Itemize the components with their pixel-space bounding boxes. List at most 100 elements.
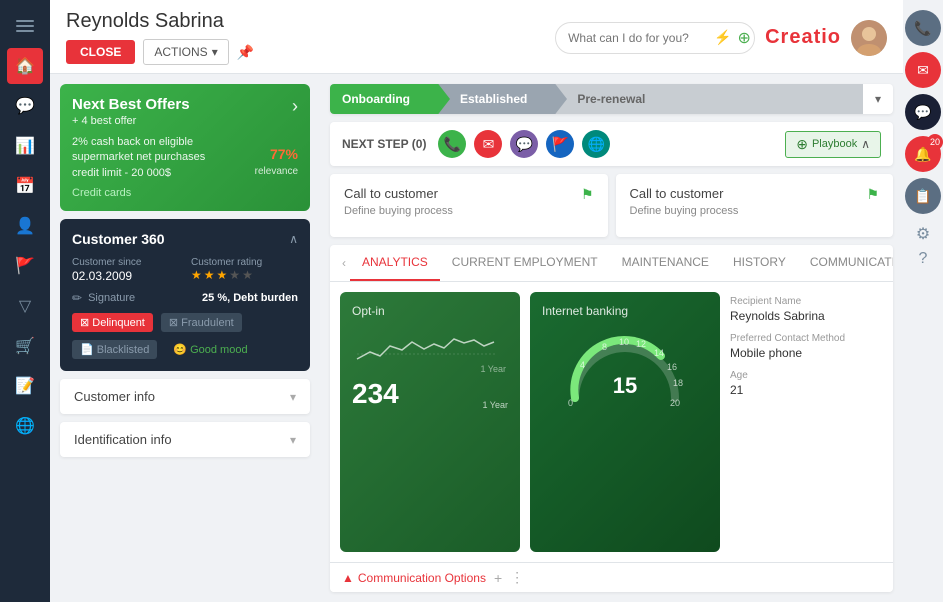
playbook-chevron-icon: ∧ <box>861 137 870 151</box>
body-layout: Next Best Offers + 4 best offer › 2% cas… <box>50 74 903 602</box>
tab-maintenance[interactable]: MAINTENANCE <box>610 245 721 281</box>
right-gear-icon[interactable]: ⚙ <box>916 224 930 244</box>
right-chat-button[interactable]: 💬 <box>905 94 941 130</box>
tab-communication[interactable]: COMMUNICATION CHANNELS <box>798 245 893 281</box>
communication-options-link[interactable]: ▲ Communication Options <box>342 571 486 585</box>
star-rating: ★ ★ ★ ★ ★ <box>191 268 298 282</box>
process-step-established[interactable]: Established <box>436 84 553 114</box>
page-title: Reynolds Sabrina <box>66 10 254 33</box>
call-card-2-flag[interactable]: ⚑ <box>866 186 879 203</box>
customer360-card: Customer 360 ∧ Customer since 02.03.2009… <box>60 219 310 371</box>
since-label: Customer since <box>72 257 179 268</box>
search-add-icon[interactable]: ⊕ <box>738 28 751 48</box>
docs-icon[interactable]: 📝 <box>7 368 43 404</box>
right-notifications-button[interactable]: 🔔 20 <box>905 136 941 172</box>
fraudulent-tag[interactable]: ⊠ Fraudulent <box>161 313 242 332</box>
offer-card[interactable]: Next Best Offers + 4 best offer › 2% cas… <box>60 84 310 211</box>
right-help-icon[interactable]: ? <box>919 250 928 268</box>
search-icon[interactable]: ⚡ <box>714 29 731 46</box>
contacts-icon[interactable]: 👤 <box>7 208 43 244</box>
goodmood-tag[interactable]: 😊 Good mood <box>165 340 255 359</box>
optin-card: Opt-in 1 Year 234 1 <box>340 292 520 552</box>
age-label: Age <box>730 370 883 381</box>
avatar <box>851 20 887 56</box>
customer-info-label: Customer info <box>74 389 155 404</box>
offer-subtitle: + 4 best offer <box>72 115 190 127</box>
funnel-icon[interactable]: ▽ <box>7 288 43 324</box>
call-card-1-title: Call to customer <box>344 186 438 201</box>
sparkline: 1 Year <box>352 324 508 374</box>
blacklisted-tag[interactable]: 📄 Blacklisted <box>72 340 157 359</box>
call-card-2: Call to customer ⚑ Define buying process <box>616 174 894 237</box>
cart-icon[interactable]: 🛒 <box>7 328 43 364</box>
chat-icon[interactable]: 💬 <box>7 88 43 124</box>
svg-text:8: 8 <box>602 342 607 352</box>
svg-text:12: 12 <box>636 339 646 349</box>
header-right: ⚡ ⊕ Creatio <box>555 20 887 56</box>
main-content: Reynolds Sabrina CLOSE ACTIONS ▾ 📌 ⚡ ⊕ C… <box>50 0 903 602</box>
identification-info-label: Identification info <box>74 432 172 447</box>
actions-chevron-icon: ▾ <box>212 45 218 59</box>
action-chat[interactable]: 💬 <box>510 130 538 158</box>
tab-analytics[interactable]: ANALYTICS <box>350 245 440 281</box>
banking-card: Internet banking 15 <box>530 292 720 552</box>
recipient-name-label: Recipient Name <box>730 296 883 307</box>
recipient-name-value: Reynolds Sabrina <box>730 309 883 323</box>
call-card-1: Call to customer ⚑ Define buying process <box>330 174 608 237</box>
actions-button[interactable]: ACTIONS ▾ <box>143 39 228 65</box>
left-navigation: 🏠 💬 📊 📅 👤 🚩 ▽ 🛒 📝 🌐 <box>0 0 50 602</box>
age-value: 21 <box>730 383 883 397</box>
process-dropdown[interactable]: ▾ <box>863 84 893 114</box>
pin-icon[interactable]: 📌 <box>237 44 254 61</box>
delinquent-tag[interactable]: ⊠ Delinquent <box>72 313 153 332</box>
more-options-icon[interactable]: ⋮ <box>510 569 524 586</box>
svg-text:20: 20 <box>670 398 680 408</box>
optin-value: 234 <box>352 378 399 410</box>
banking-title: Internet banking <box>542 304 708 318</box>
customer-info-chevron: ▾ <box>290 390 296 404</box>
process-step-prerenewal[interactable]: Pre-renewal <box>553 84 863 114</box>
gauge: 15 0 4 8 10 12 14 16 18 <box>542 324 708 412</box>
customer360-collapse-icon[interactable]: ∧ <box>289 232 298 246</box>
home-icon[interactable]: 🏠 <box>7 48 43 84</box>
optin-period-label: 1 Year <box>482 400 508 410</box>
header-left: Reynolds Sabrina CLOSE ACTIONS ▾ 📌 <box>66 10 254 65</box>
offer-arrow-icon[interactable]: › <box>292 96 298 117</box>
signature-icon: ✏ <box>72 291 82 305</box>
right-docs-button[interactable]: 📋 <box>905 178 941 214</box>
sparkline-period[interactable]: 1 Year <box>480 364 506 374</box>
svg-text:18: 18 <box>673 378 683 388</box>
tabs-section: ‹ ANALYTICS CURRENT EMPLOYMENT MAINTENAN… <box>330 245 893 592</box>
header-actions: CLOSE ACTIONS ▾ 📌 <box>66 39 254 65</box>
right-email-button[interactable]: ✉ <box>905 52 941 88</box>
offer-link[interactable]: Credit cards <box>72 187 232 199</box>
globe-icon[interactable]: 🌐 <box>7 408 43 444</box>
action-flag[interactable]: 🚩 <box>546 130 574 158</box>
flag-icon[interactable]: 🚩 <box>7 248 43 284</box>
left-panel: Next Best Offers + 4 best offer › 2% cas… <box>50 74 320 602</box>
tab-history[interactable]: HISTORY <box>721 245 798 281</box>
hamburger-menu[interactable] <box>7 8 43 44</box>
call-card-1-sub: Define buying process <box>344 205 594 217</box>
right-phone-button[interactable]: 📞 <box>905 10 941 46</box>
calendar-icon[interactable]: 📅 <box>7 168 43 204</box>
call-card-1-flag[interactable]: ⚑ <box>581 186 594 203</box>
action-email[interactable]: ✉ <box>474 130 502 158</box>
action-globe[interactable]: 🌐 <box>582 130 610 158</box>
playbook-button[interactable]: ⊕ Playbook ∧ <box>785 131 881 158</box>
next-step-bar: NEXT STEP (0) 📞 ✉ 💬 🚩 🌐 ⊕ Playbook ∧ <box>330 122 893 166</box>
customer-info-accordion[interactable]: Customer info ▾ <box>60 379 310 414</box>
search-input[interactable] <box>568 31 708 45</box>
svg-text:14: 14 <box>654 348 664 358</box>
offer-title: Next Best Offers <box>72 96 190 113</box>
contact-method-value: Mobile phone <box>730 346 883 360</box>
tabs-left-arrow[interactable]: ‹ <box>338 248 350 278</box>
add-communication-icon[interactable]: + <box>494 570 502 586</box>
tab-employment[interactable]: CURRENT EMPLOYMENT <box>440 245 610 281</box>
search-bar[interactable]: ⚡ ⊕ <box>555 22 755 54</box>
action-phone[interactable]: 📞 <box>438 130 466 158</box>
analytics-icon[interactable]: 📊 <box>7 128 43 164</box>
identification-info-accordion[interactable]: Identification info ▾ <box>60 422 310 457</box>
process-step-onboarding[interactable]: Onboarding <box>330 84 436 114</box>
close-button[interactable]: CLOSE <box>66 40 135 64</box>
